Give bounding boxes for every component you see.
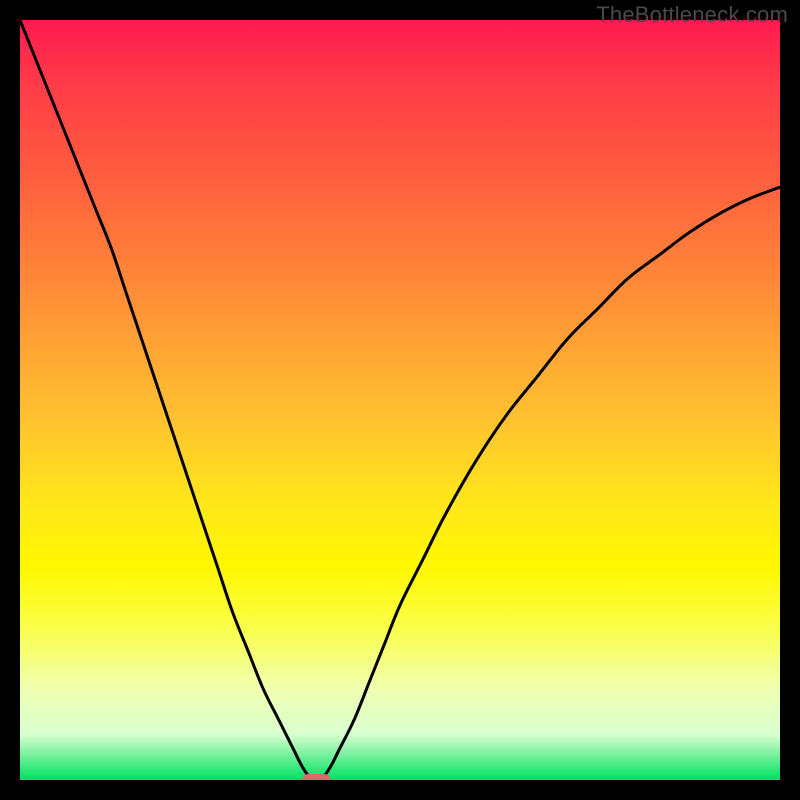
optimal-point-marker (302, 774, 330, 780)
watermark-text: TheBottleneck.com (596, 2, 788, 28)
chart-frame (20, 20, 780, 780)
plot-area (20, 20, 780, 780)
curve-layer (20, 20, 780, 780)
bottleneck-curve (20, 20, 780, 780)
